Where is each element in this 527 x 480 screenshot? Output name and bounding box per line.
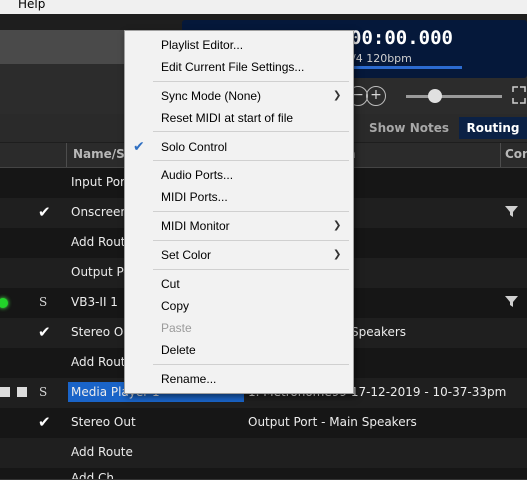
menu-item-sync-mode[interactable]: Sync Mode (None) xyxy=(161,89,261,103)
chevron-right-icon: ❯ xyxy=(333,220,342,231)
expand-icon[interactable] xyxy=(512,86,526,104)
menu-bar: Help xyxy=(0,0,527,14)
menu-item-reset-midi[interactable]: Reset MIDI at start of file xyxy=(161,111,293,125)
menu-item-rename[interactable]: Rename... xyxy=(161,372,216,386)
menu-item-playlist-editor[interactable]: Playlist Editor... xyxy=(161,38,243,52)
chevron-right-icon: ❯ xyxy=(333,249,342,260)
menu-item-audio-ports[interactable]: Audio Ports... xyxy=(161,168,233,182)
column-con[interactable]: Con xyxy=(505,147,527,161)
row-port: Output Port - Main Speakers xyxy=(248,415,417,429)
solo-toggle[interactable]: S xyxy=(39,295,47,309)
menu-separator xyxy=(153,81,349,82)
check-icon[interactable]: ✔ xyxy=(38,203,51,221)
tab-show-notes[interactable]: Show Notes xyxy=(364,117,454,139)
time-readout: 00:00.000 xyxy=(350,27,453,49)
menu-item-cut[interactable]: Cut xyxy=(161,277,180,291)
mute-toggle[interactable] xyxy=(0,387,10,397)
chevron-right-icon: ❯ xyxy=(333,90,342,101)
tab-routing[interactable]: Routing xyxy=(459,117,527,139)
menu-item-set-color[interactable]: Set Color xyxy=(161,248,211,262)
menu-item-solo-control[interactable]: Solo Control xyxy=(161,140,227,154)
volume-slider-track[interactable] xyxy=(406,95,502,98)
menu-item-paste: Paste xyxy=(161,321,192,335)
menu-separator xyxy=(153,131,349,132)
record-toggle[interactable] xyxy=(17,387,27,397)
table-row[interactable]: Add Route xyxy=(0,438,527,469)
menu-separator xyxy=(153,364,349,365)
check-icon[interactable]: ✔ xyxy=(38,323,51,341)
menu-help[interactable]: Help xyxy=(18,0,45,11)
menu-item-midi-ports[interactable]: MIDI Ports... xyxy=(161,190,228,204)
context-menu: Playlist Editor... Edit Current File Set… xyxy=(124,30,354,394)
row-name: VB3-II 1 xyxy=(71,295,118,309)
table-row[interactable]: Add Ch... xyxy=(0,468,527,480)
header-divider xyxy=(66,143,67,167)
menu-separator xyxy=(153,211,349,212)
menu-item-midi-monitor[interactable]: MIDI Monitor xyxy=(161,219,230,233)
table-row[interactable]: ✔ Stereo Out Output Port - Main Speakers xyxy=(0,408,527,439)
row-name: Output Po xyxy=(71,265,131,279)
filter-icon[interactable] xyxy=(505,295,518,312)
tempo-readout: /4 120bpm xyxy=(352,52,412,65)
volume-slider-knob[interactable] xyxy=(428,89,442,103)
zoom-in-button[interactable]: + xyxy=(366,86,386,106)
menu-separator xyxy=(153,160,349,161)
menu-item-copy[interactable]: Copy xyxy=(161,299,189,313)
menu-separator xyxy=(153,269,349,270)
activity-led xyxy=(0,298,8,308)
row-name: Onscreen xyxy=(71,205,128,219)
plus-icon: + xyxy=(370,87,382,103)
menu-item-edit-file-settings[interactable]: Edit Current File Settings... xyxy=(161,60,304,74)
checkmark-icon: ✔ xyxy=(133,138,145,154)
menu-separator xyxy=(153,240,349,241)
row-port: Speakers xyxy=(351,325,407,339)
solo-toggle[interactable]: S xyxy=(39,385,47,399)
check-icon[interactable]: ✔ xyxy=(38,413,51,431)
header-divider xyxy=(500,143,501,167)
add-route-link[interactable]: Add Route xyxy=(71,445,133,459)
row-name: Stereo Out xyxy=(71,415,136,429)
filter-icon[interactable] xyxy=(505,205,518,222)
tempo-indicator-bar xyxy=(352,66,462,69)
menu-item-delete[interactable]: Delete xyxy=(161,343,196,357)
